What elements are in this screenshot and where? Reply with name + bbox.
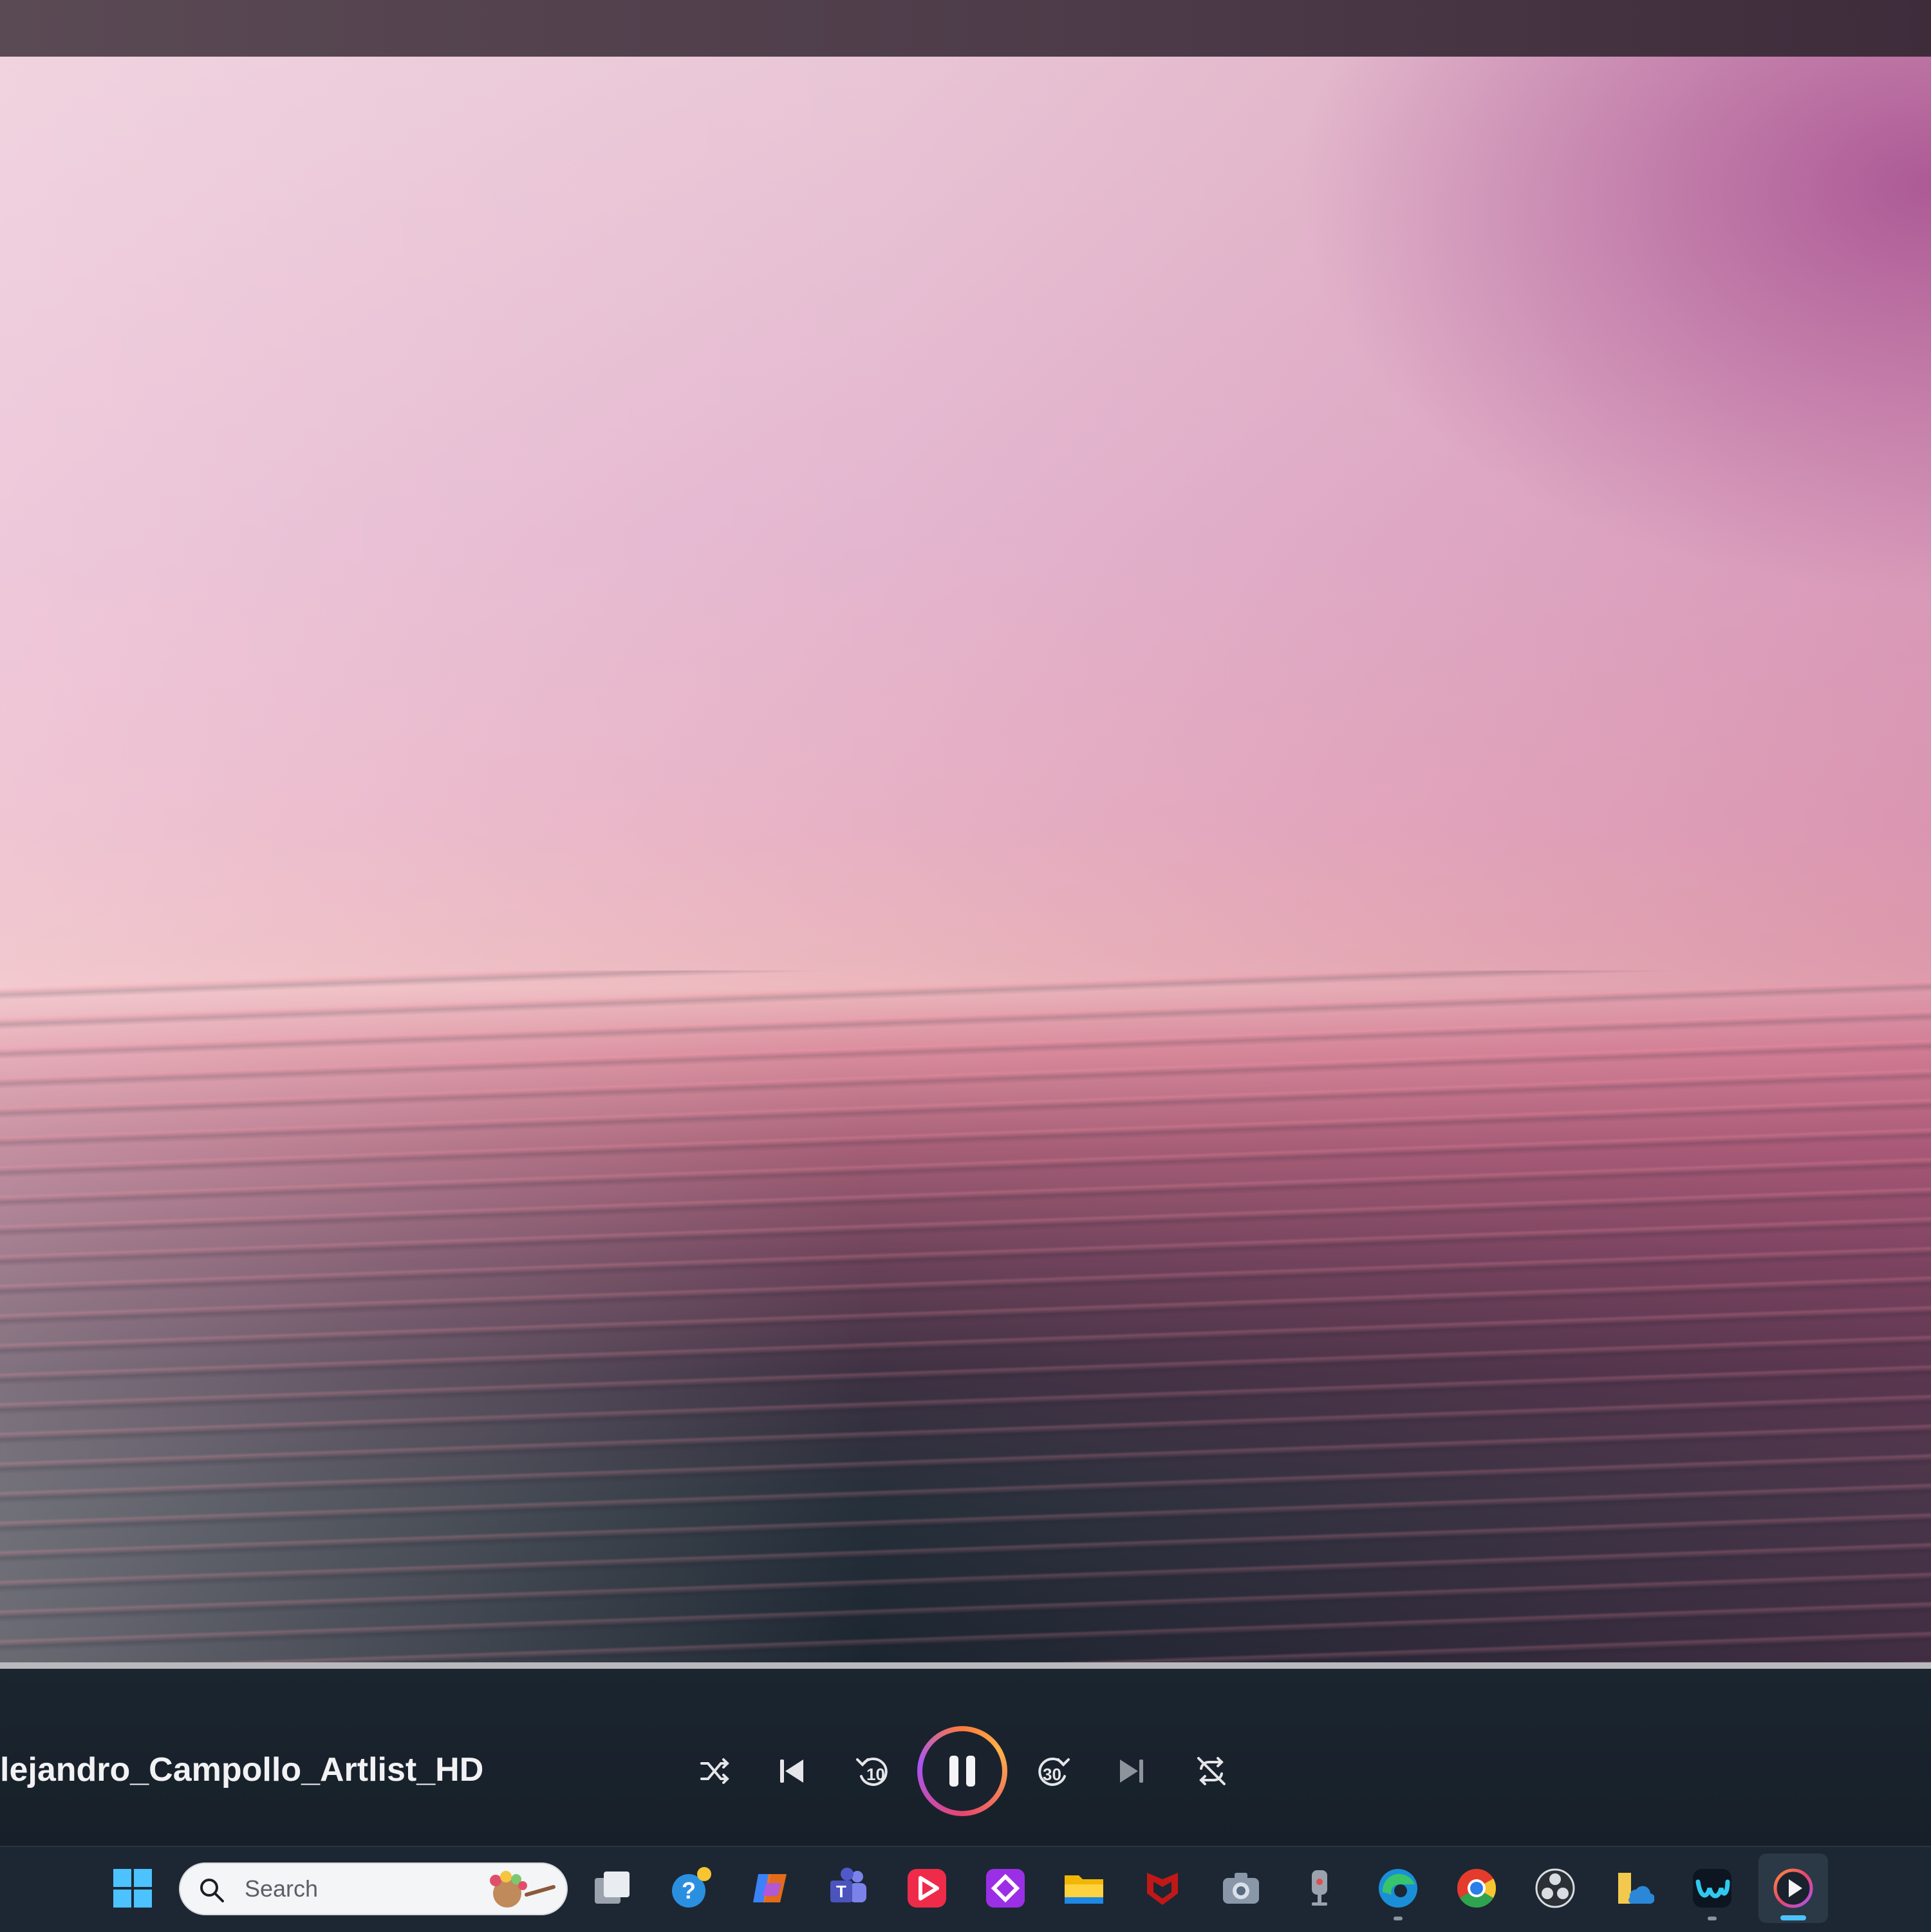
task-view-icon [595,1872,630,1904]
seek-bar[interactable] [0,1662,1931,1669]
skip-back-button[interactable]: 10 [850,1748,896,1794]
previous-icon [780,1760,803,1783]
skip-back-label: 10 [866,1765,885,1784]
edge-app[interactable] [1376,1866,1420,1910]
mcafee-app[interactable] [1141,1866,1184,1910]
file-explorer-app[interactable] [1062,1866,1106,1910]
onedrive-folder-icon [1618,1873,1654,1904]
video-canvas[interactable] [0,57,1931,1662]
voice-recorder-app[interactable] [1298,1866,1341,1910]
pause-icon [949,1756,975,1787]
skip-forward-button[interactable]: 30 [1030,1748,1076,1794]
svg-text:?: ? [682,1877,696,1904]
camera-icon [1223,1873,1259,1904]
shuffle-icon [700,1758,729,1784]
mcafee-icon [1147,1873,1178,1905]
search-icon [200,1879,224,1902]
repeat-off-icon [1197,1757,1226,1785]
video-editor-app[interactable] [905,1866,949,1910]
next-icon [1120,1760,1143,1783]
onedrive-folder-app[interactable] [1612,1866,1656,1910]
search-placeholder: Search [245,1875,319,1902]
repeat-button[interactable] [1191,1751,1232,1792]
file-explorer-icon [1065,1875,1103,1904]
windows-start-icon [113,1869,152,1908]
shuffle-button[interactable] [695,1752,734,1790]
svg-text:T: T [836,1882,846,1901]
obs-app[interactable] [1533,1866,1577,1910]
chrome-app[interactable] [1455,1866,1498,1910]
media-player-app[interactable] [1771,1866,1815,1910]
webex-icon [1693,1869,1731,1908]
copilot-app[interactable] [748,1866,792,1910]
media-player-icon [1773,1868,1813,1908]
window-titlebar[interactable] [0,0,1931,57]
play-pause-button[interactable] [917,1726,1007,1816]
task-view-button[interactable] [591,1866,635,1910]
purple-diamond-app[interactable] [984,1866,1027,1910]
taskbar-search-box[interactable]: Search [179,1862,568,1915]
webex-running-indicator [1708,1917,1717,1920]
voice-recorder-icon [1312,1870,1327,1906]
edge-running-indicator [1394,1917,1403,1920]
start-button[interactable] [111,1866,154,1910]
media-player-active-indicator [1780,1915,1806,1920]
copilot-icon [753,1874,787,1902]
get-help-app[interactable]: ? [669,1866,713,1910]
search-highlight-illustration-icon [490,1871,555,1908]
teams-app[interactable]: T [826,1866,870,1910]
get-help-icon: ? [672,1867,711,1908]
next-button[interactable] [1112,1752,1151,1790]
teams-icon: T [830,1868,866,1902]
webex-app[interactable] [1690,1866,1734,1910]
chrome-icon [1457,1869,1497,1908]
video-sea-waves [0,971,1931,1662]
purple-diamond-app-icon [986,1869,1025,1908]
camera-app[interactable] [1219,1866,1263,1910]
edge-icon [1379,1869,1417,1908]
video-editor-icon [908,1869,946,1908]
track-title: lejandro_Campollo_Artlist_HD [0,1751,484,1788]
obs-icon [1535,1868,1575,1908]
previous-button[interactable] [772,1752,811,1790]
skip-forward-label: 30 [1043,1765,1061,1784]
play-pause-inner [922,1731,1002,1811]
